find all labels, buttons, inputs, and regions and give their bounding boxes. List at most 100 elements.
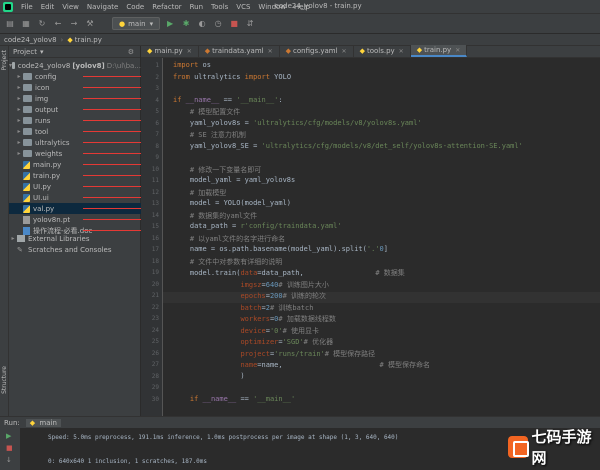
- code-line[interactable]: # 以yaml文件的名字进行命名: [173, 234, 285, 244]
- expand-arrow-icon[interactable]: ▸: [15, 128, 23, 135]
- console-line: Speed: 5.0ms preprocess, 191.1ms inferen…: [48, 434, 399, 441]
- project-tool-tab[interactable]: Project: [1, 50, 8, 71]
- coverage-icon[interactable]: ◐: [196, 18, 208, 30]
- tab-label: main.py: [154, 47, 183, 55]
- breadcrumb-project[interactable]: code24_yolov8: [4, 36, 57, 44]
- build-hammer-icon[interactable]: ⚒: [84, 18, 96, 30]
- menu-run[interactable]: Run: [186, 3, 207, 11]
- code-line[interactable]: if __name__ == '__main__':: [173, 96, 283, 104]
- code-line[interactable]: batch=2# 训练batch: [173, 303, 313, 313]
- menu-code[interactable]: Code: [122, 3, 148, 11]
- scroll-down-icon[interactable]: ↓: [6, 456, 12, 464]
- close-icon[interactable]: ✕: [268, 48, 273, 55]
- tab-tools-py[interactable]: ◆ tools.py ✕: [354, 45, 411, 57]
- line-number: 3: [155, 85, 159, 92]
- code-line[interactable]: model_yaml = yaml_yolov8s: [173, 176, 295, 184]
- code-line[interactable]: data_path = r'config/traindata.yaml': [173, 222, 342, 230]
- debug-icon[interactable]: ✱: [180, 18, 192, 30]
- rerun-icon[interactable]: ▶: [6, 432, 11, 440]
- code-token: # SE 注意力机制: [173, 131, 246, 139]
- stop-icon[interactable]: ■: [228, 18, 240, 30]
- weights-file-icon: [23, 215, 30, 224]
- structure-tool-tab[interactable]: Structure: [1, 366, 8, 394]
- code-line[interactable]: project='runs/train'# 模型保存路径: [173, 349, 375, 359]
- gear-icon[interactable]: ⚙: [128, 48, 134, 56]
- run-play-icon[interactable]: ▶: [164, 18, 176, 30]
- code-line[interactable]: epochs=200# 训练的轮次: [173, 291, 326, 301]
- code-token: '.': [366, 245, 380, 253]
- sync-icon[interactable]: ↻: [36, 18, 48, 30]
- code-line[interactable]: optimizer='SGD'# 优化器: [173, 337, 333, 347]
- line-number: 27: [151, 361, 159, 368]
- project-view-label[interactable]: Project: [13, 48, 37, 56]
- code-line[interactable]: if __name__ == '__main__': [173, 395, 295, 403]
- code-token: 'runs/train': [274, 349, 325, 358]
- tab-configs-yaml[interactable]: ◆ configs.yaml ✕: [280, 45, 354, 57]
- folder-icon: [23, 150, 32, 157]
- code-line[interactable]: # 文件中对参数有详细的说明: [173, 257, 282, 267]
- menu-view[interactable]: View: [58, 3, 83, 11]
- code-line[interactable]: # SE 注意力机制: [173, 130, 246, 140]
- close-icon[interactable]: ✕: [342, 48, 347, 55]
- chevron-down-icon[interactable]: ▾: [40, 48, 44, 56]
- run-tab-main[interactable]: ◆ main: [25, 418, 61, 427]
- close-icon[interactable]: ✕: [399, 48, 404, 55]
- code-line[interactable]: model.train(data=data_path, # 数据集: [173, 268, 405, 278]
- code-editor[interactable]: ◆ main.py ✕ ◆ traindata.yaml ✕ ◆ configs…: [141, 45, 600, 416]
- code-line[interactable]: name=name, # 模型保存命名: [173, 360, 430, 370]
- menu-edit[interactable]: Edit: [37, 3, 59, 11]
- code-line[interactable]: device='0'# 使用显卡: [173, 326, 319, 336]
- menu-tools[interactable]: Tools: [207, 3, 232, 11]
- code-line[interactable]: name = os.path.basename(model_yaml).spli…: [173, 245, 388, 253]
- back-icon[interactable]: ←: [52, 18, 64, 30]
- menu-vcs[interactable]: VCS: [232, 3, 254, 11]
- stop-icon[interactable]: ■: [6, 444, 13, 452]
- expand-arrow-icon[interactable]: ▸: [15, 117, 23, 124]
- tree-item-label: val.py: [33, 204, 55, 213]
- breadcrumb-file[interactable]: train.py: [75, 36, 102, 44]
- expand-arrow-icon[interactable]: ▸: [9, 235, 17, 242]
- code-line[interactable]: imgsz=640# 训练图片大小: [173, 280, 328, 290]
- tree-scratches[interactable]: ✎ Scratches and Consoles: [9, 244, 141, 255]
- forward-icon[interactable]: →: [68, 18, 80, 30]
- expand-arrow-icon[interactable]: ▸: [15, 139, 23, 146]
- tree-item-label: UI.ui: [33, 193, 49, 202]
- expand-arrow-icon[interactable]: ▸: [15, 73, 23, 80]
- code-line[interactable]: # 数据集的yaml文件: [173, 211, 257, 221]
- vcs-icon[interactable]: ⇵: [244, 18, 256, 30]
- expand-arrow-icon[interactable]: ▸: [15, 106, 23, 113]
- expand-arrow-icon[interactable]: ▸: [15, 150, 23, 157]
- tree-item-label: img: [35, 94, 49, 103]
- tab-main-py[interactable]: ◆ main.py ✕: [141, 45, 199, 57]
- code-line[interactable]: # 模型配置文件: [173, 107, 240, 117]
- menu-refactor[interactable]: Refactor: [148, 3, 185, 11]
- code-line[interactable]: yaml_yolov8s = 'ultralytics/cfg/models/v…: [173, 119, 422, 127]
- tab-traindata-yaml[interactable]: ◆ traindata.yaml ✕: [199, 45, 280, 57]
- code-line[interactable]: import os: [173, 61, 211, 69]
- tab-train-py[interactable]: ◆ train.py ✕: [410, 45, 468, 57]
- close-icon[interactable]: ✕: [455, 47, 460, 54]
- open-folder-icon[interactable]: ▤: [4, 18, 16, 30]
- code-token: # 训练batch: [269, 303, 314, 312]
- expand-arrow-icon[interactable]: ▸: [15, 95, 23, 102]
- code-line[interactable]: workers=0# 加载数据线程数: [173, 314, 335, 324]
- code-line[interactable]: from ultralytics import YOLO: [173, 73, 291, 81]
- tree-item-label: train.py: [33, 171, 61, 180]
- expand-arrow-icon[interactable]: ▸: [15, 84, 23, 91]
- code-line[interactable]: ): [173, 372, 244, 380]
- save-all-icon[interactable]: ▦: [20, 18, 32, 30]
- menu-file[interactable]: File: [17, 3, 37, 11]
- code-line[interactable]: model = YOLO(model_yaml): [173, 199, 291, 207]
- tree-external-libraries[interactable]: ▸ External Libraries: [9, 233, 141, 244]
- code-line[interactable]: yaml_yolov8_SE = 'ultralytics/cfg/models…: [173, 142, 523, 150]
- tree-root[interactable]: ▾ code24_yolov8 [yolov8] D:\ul\ba...: [9, 60, 141, 71]
- code-line[interactable]: # 加载模型: [173, 188, 226, 198]
- close-icon[interactable]: ✕: [187, 48, 192, 55]
- profile-icon[interactable]: ◷: [212, 18, 224, 30]
- menu-navigate[interactable]: Navigate: [83, 3, 122, 11]
- code-token: '__main__': [236, 95, 279, 104]
- run-config-select[interactable]: ● main ▾: [112, 17, 161, 30]
- code-line[interactable]: # 修改一下变量名即可: [173, 165, 261, 175]
